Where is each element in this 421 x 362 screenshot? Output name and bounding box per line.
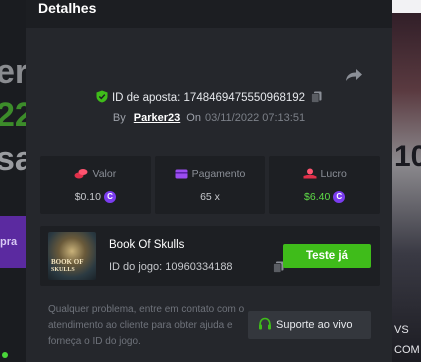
stat-label: Lucro: [320, 168, 347, 180]
stat-label: Valor: [92, 168, 117, 180]
thumbnail-title: BOOK OF: [51, 258, 84, 266]
background-text-line: er: [0, 53, 26, 91]
background-page-right: 10 VS COM: [392, 0, 421, 362]
background-button: pra: [0, 216, 26, 268]
bet-stats: Valor $0.10 Pagamento 65 x Lucro $6.40: [40, 156, 381, 214]
background-page-left: er 22 sa pra: [0, 0, 26, 362]
live-support-button[interactable]: Suporte ao vivo: [248, 311, 371, 339]
verified-shield-icon: [96, 90, 108, 103]
background-text: COM: [394, 344, 420, 356]
stat-value: $6.40: [304, 191, 331, 203]
stat-value: $0.10: [74, 191, 101, 203]
bet-date: 03/11/2022 07:13:51: [204, 112, 306, 124]
game-thumbnail[interactable]: BOOK OF SKULLS: [48, 232, 96, 280]
online-dot-icon: [2, 352, 8, 358]
background-text-line: sa: [0, 140, 26, 178]
stat-value: 65 x: [200, 191, 220, 203]
username-link[interactable]: Parker23: [134, 112, 181, 124]
headset-icon: [259, 317, 271, 330]
thumbnail-subtitle: SKULLS: [51, 267, 75, 273]
bet-author-row: By Parker23 On 03/11/2022 07:13:51: [26, 112, 392, 124]
on-label: On: [186, 112, 201, 124]
copy-icon[interactable]: [311, 91, 322, 103]
by-label: By: [112, 112, 126, 124]
modal-title: Detalhes: [38, 0, 97, 16]
hand-coins-icon: [303, 168, 317, 179]
background-text-line: 22: [0, 96, 26, 134]
bet-id-row: ID de aposta: 1748469475550968192: [26, 90, 392, 104]
try-game-button[interactable]: Teste já: [283, 244, 371, 268]
coins-icon: [74, 169, 88, 179]
game-name: Book Of Skulls: [109, 239, 185, 251]
support-label: Suporte ao vivo: [276, 319, 353, 331]
share-icon[interactable]: [345, 68, 363, 82]
card-icon: [175, 169, 188, 179]
coin-icon: [103, 191, 116, 203]
stat-lucro: Lucro $6.40: [269, 156, 381, 214]
background-player-number: 10: [394, 140, 421, 173]
bet-id: ID de aposta: 1748469475550968192: [111, 92, 306, 104]
stat-label: Pagamento: [191, 168, 246, 180]
game-card: BOOK OF SKULLS Book Of Skulls ID do jogo…: [40, 226, 380, 286]
bet-details-modal: Detalhes ID de aposta: 17484694755509681…: [26, 0, 392, 362]
modal-header: Detalhes: [26, 0, 392, 28]
stat-valor: Valor $0.10: [40, 156, 151, 214]
stat-pagamento: Pagamento 65 x: [154, 156, 266, 214]
coin-icon: [333, 191, 346, 203]
game-id: ID do jogo: 10960334188: [109, 261, 233, 273]
help-text: Qualquer problema, entre em contato com …: [48, 304, 245, 347]
background-text: VS: [394, 324, 409, 336]
